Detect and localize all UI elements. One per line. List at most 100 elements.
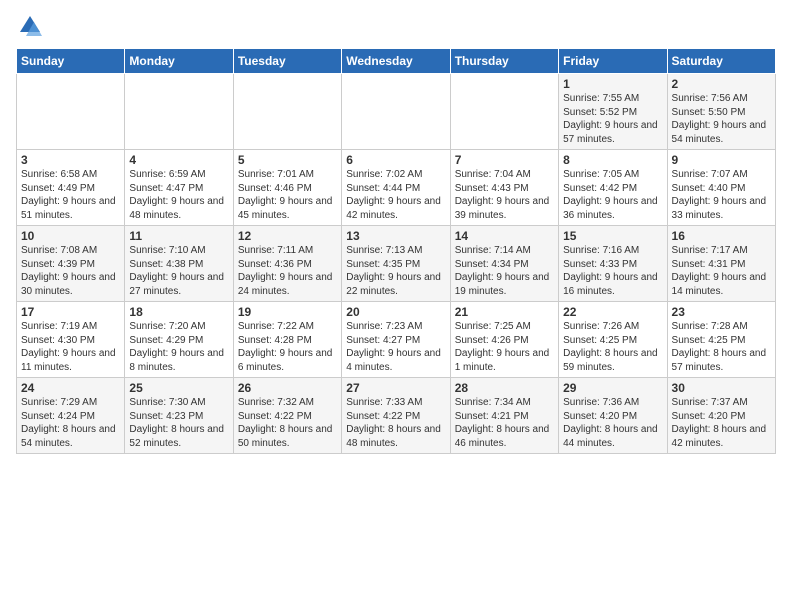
calendar-cell: 11Sunrise: 7:10 AM Sunset: 4:38 PM Dayli…: [125, 226, 233, 302]
day-info: Sunrise: 7:05 AM Sunset: 4:42 PM Dayligh…: [563, 168, 662, 222]
calendar-header-thursday: Thursday: [450, 49, 558, 74]
calendar-cell: [342, 74, 450, 150]
calendar-cell: 19Sunrise: 7:22 AM Sunset: 4:28 PM Dayli…: [233, 302, 341, 378]
day-number: 20: [346, 305, 445, 319]
calendar-cell: 29Sunrise: 7:36 AM Sunset: 4:20 PM Dayli…: [559, 378, 667, 454]
day-number: 6: [346, 153, 445, 167]
day-number: 25: [129, 381, 228, 395]
day-info: Sunrise: 6:59 AM Sunset: 4:47 PM Dayligh…: [129, 168, 228, 222]
day-number: 13: [346, 229, 445, 243]
day-info: Sunrise: 7:25 AM Sunset: 4:26 PM Dayligh…: [455, 320, 554, 374]
day-number: 5: [238, 153, 337, 167]
calendar-cell: [450, 74, 558, 150]
calendar-cell: 18Sunrise: 7:20 AM Sunset: 4:29 PM Dayli…: [125, 302, 233, 378]
day-info: Sunrise: 7:29 AM Sunset: 4:24 PM Dayligh…: [21, 396, 120, 450]
day-info: Sunrise: 7:26 AM Sunset: 4:25 PM Dayligh…: [563, 320, 662, 374]
day-number: 15: [563, 229, 662, 243]
day-info: Sunrise: 7:07 AM Sunset: 4:40 PM Dayligh…: [672, 168, 771, 222]
day-number: 9: [672, 153, 771, 167]
calendar-cell: 3Sunrise: 6:58 AM Sunset: 4:49 PM Daylig…: [17, 150, 125, 226]
calendar-cell: [17, 74, 125, 150]
day-info: Sunrise: 7:08 AM Sunset: 4:39 PM Dayligh…: [21, 244, 120, 298]
day-info: Sunrise: 7:13 AM Sunset: 4:35 PM Dayligh…: [346, 244, 445, 298]
day-number: 28: [455, 381, 554, 395]
day-info: Sunrise: 7:11 AM Sunset: 4:36 PM Dayligh…: [238, 244, 337, 298]
calendar-header-monday: Monday: [125, 49, 233, 74]
day-number: 8: [563, 153, 662, 167]
calendar-cell: 7Sunrise: 7:04 AM Sunset: 4:43 PM Daylig…: [450, 150, 558, 226]
calendar-cell: 2Sunrise: 7:56 AM Sunset: 5:50 PM Daylig…: [667, 74, 775, 150]
day-info: Sunrise: 7:56 AM Sunset: 5:50 PM Dayligh…: [672, 92, 771, 146]
main-container: SundayMondayTuesdayWednesdayThursdayFrid…: [0, 0, 792, 462]
calendar-cell: 24Sunrise: 7:29 AM Sunset: 4:24 PM Dayli…: [17, 378, 125, 454]
calendar-cell: 26Sunrise: 7:32 AM Sunset: 4:22 PM Dayli…: [233, 378, 341, 454]
day-number: 4: [129, 153, 228, 167]
day-number: 27: [346, 381, 445, 395]
calendar-cell: 5Sunrise: 7:01 AM Sunset: 4:46 PM Daylig…: [233, 150, 341, 226]
calendar-cell: 4Sunrise: 6:59 AM Sunset: 4:47 PM Daylig…: [125, 150, 233, 226]
calendar-header-saturday: Saturday: [667, 49, 775, 74]
day-number: 2: [672, 77, 771, 91]
calendar-header-tuesday: Tuesday: [233, 49, 341, 74]
calendar-week-3: 10Sunrise: 7:08 AM Sunset: 4:39 PM Dayli…: [17, 226, 776, 302]
day-info: Sunrise: 7:22 AM Sunset: 4:28 PM Dayligh…: [238, 320, 337, 374]
day-number: 19: [238, 305, 337, 319]
calendar-cell: [233, 74, 341, 150]
day-info: Sunrise: 7:23 AM Sunset: 4:27 PM Dayligh…: [346, 320, 445, 374]
calendar-cell: [125, 74, 233, 150]
day-info: Sunrise: 7:02 AM Sunset: 4:44 PM Dayligh…: [346, 168, 445, 222]
day-info: Sunrise: 7:20 AM Sunset: 4:29 PM Dayligh…: [129, 320, 228, 374]
day-number: 18: [129, 305, 228, 319]
day-number: 10: [21, 229, 120, 243]
calendar-cell: 10Sunrise: 7:08 AM Sunset: 4:39 PM Dayli…: [17, 226, 125, 302]
calendar-table: SundayMondayTuesdayWednesdayThursdayFrid…: [16, 48, 776, 454]
day-number: 17: [21, 305, 120, 319]
calendar-week-1: 1Sunrise: 7:55 AM Sunset: 5:52 PM Daylig…: [17, 74, 776, 150]
day-info: Sunrise: 7:16 AM Sunset: 4:33 PM Dayligh…: [563, 244, 662, 298]
calendar-cell: 9Sunrise: 7:07 AM Sunset: 4:40 PM Daylig…: [667, 150, 775, 226]
day-info: Sunrise: 7:36 AM Sunset: 4:20 PM Dayligh…: [563, 396, 662, 450]
calendar-cell: 25Sunrise: 7:30 AM Sunset: 4:23 PM Dayli…: [125, 378, 233, 454]
day-info: Sunrise: 7:17 AM Sunset: 4:31 PM Dayligh…: [672, 244, 771, 298]
day-info: Sunrise: 7:28 AM Sunset: 4:25 PM Dayligh…: [672, 320, 771, 374]
calendar-cell: 15Sunrise: 7:16 AM Sunset: 4:33 PM Dayli…: [559, 226, 667, 302]
day-info: Sunrise: 7:34 AM Sunset: 4:21 PM Dayligh…: [455, 396, 554, 450]
day-info: Sunrise: 7:10 AM Sunset: 4:38 PM Dayligh…: [129, 244, 228, 298]
calendar-header-sunday: Sunday: [17, 49, 125, 74]
day-number: 12: [238, 229, 337, 243]
day-info: Sunrise: 6:58 AM Sunset: 4:49 PM Dayligh…: [21, 168, 120, 222]
calendar-cell: 17Sunrise: 7:19 AM Sunset: 4:30 PM Dayli…: [17, 302, 125, 378]
calendar-cell: 13Sunrise: 7:13 AM Sunset: 4:35 PM Dayli…: [342, 226, 450, 302]
day-number: 24: [21, 381, 120, 395]
calendar-cell: 1Sunrise: 7:55 AM Sunset: 5:52 PM Daylig…: [559, 74, 667, 150]
day-info: Sunrise: 7:32 AM Sunset: 4:22 PM Dayligh…: [238, 396, 337, 450]
day-info: Sunrise: 7:14 AM Sunset: 4:34 PM Dayligh…: [455, 244, 554, 298]
day-number: 22: [563, 305, 662, 319]
day-info: Sunrise: 7:04 AM Sunset: 4:43 PM Dayligh…: [455, 168, 554, 222]
calendar-header-row: SundayMondayTuesdayWednesdayThursdayFrid…: [17, 49, 776, 74]
calendar-cell: 12Sunrise: 7:11 AM Sunset: 4:36 PM Dayli…: [233, 226, 341, 302]
calendar-week-4: 17Sunrise: 7:19 AM Sunset: 4:30 PM Dayli…: [17, 302, 776, 378]
day-number: 7: [455, 153, 554, 167]
calendar-header-friday: Friday: [559, 49, 667, 74]
day-number: 30: [672, 381, 771, 395]
day-number: 1: [563, 77, 662, 91]
day-number: 11: [129, 229, 228, 243]
calendar-header-wednesday: Wednesday: [342, 49, 450, 74]
calendar-cell: 16Sunrise: 7:17 AM Sunset: 4:31 PM Dayli…: [667, 226, 775, 302]
day-number: 16: [672, 229, 771, 243]
day-number: 21: [455, 305, 554, 319]
logo: [16, 12, 48, 40]
calendar-cell: 22Sunrise: 7:26 AM Sunset: 4:25 PM Dayli…: [559, 302, 667, 378]
calendar-cell: 28Sunrise: 7:34 AM Sunset: 4:21 PM Dayli…: [450, 378, 558, 454]
logo-icon: [16, 12, 44, 40]
calendar-cell: 23Sunrise: 7:28 AM Sunset: 4:25 PM Dayli…: [667, 302, 775, 378]
calendar-week-5: 24Sunrise: 7:29 AM Sunset: 4:24 PM Dayli…: [17, 378, 776, 454]
day-info: Sunrise: 7:55 AM Sunset: 5:52 PM Dayligh…: [563, 92, 662, 146]
calendar-cell: 6Sunrise: 7:02 AM Sunset: 4:44 PM Daylig…: [342, 150, 450, 226]
day-number: 26: [238, 381, 337, 395]
day-number: 29: [563, 381, 662, 395]
day-info: Sunrise: 7:33 AM Sunset: 4:22 PM Dayligh…: [346, 396, 445, 450]
day-info: Sunrise: 7:19 AM Sunset: 4:30 PM Dayligh…: [21, 320, 120, 374]
day-info: Sunrise: 7:30 AM Sunset: 4:23 PM Dayligh…: [129, 396, 228, 450]
